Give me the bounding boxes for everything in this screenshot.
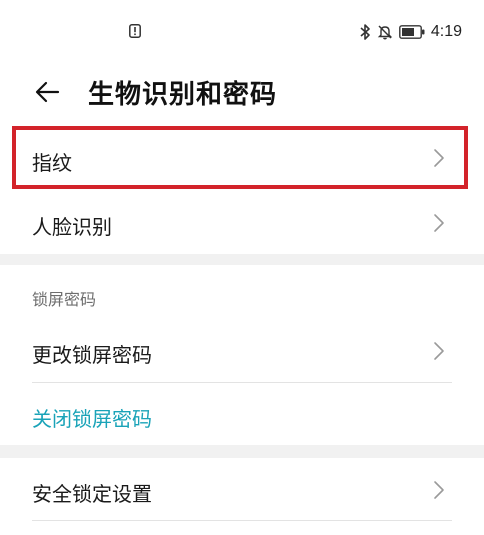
page-header: 生物识别和密码 [0, 62, 484, 124]
section-separator [0, 254, 484, 265]
change-lock-password-item[interactable]: 更改锁屏密码 [0, 318, 484, 382]
status-time: 4:19 [430, 23, 462, 40]
highlight-box [12, 126, 468, 189]
section-label-lock-screen: 锁屏密码 [32, 290, 97, 309]
close-lock-password-item[interactable]: 关闭锁屏密码 [0, 383, 484, 445]
security-lock-settings-label: 安全锁定设置 [32, 482, 152, 506]
section-separator [0, 445, 484, 458]
status-icons: 4:19 [360, 22, 462, 42]
bluetooth-icon [360, 24, 370, 40]
chevron-right-icon [434, 214, 444, 232]
close-lock-password-label: 关闭锁屏密码 [32, 407, 152, 431]
chevron-right-icon [434, 342, 444, 360]
face-recognition-label: 人脸识别 [32, 215, 112, 239]
battery-icon [398, 25, 425, 39]
mute-bell-icon [377, 25, 393, 40]
status-bar: 4:19 [0, 0, 484, 62]
page-title: 生物识别和密码 [88, 80, 278, 110]
alert-icon [129, 24, 141, 38]
arrow-left-icon[interactable] [34, 78, 62, 106]
change-lock-password-label: 更改锁屏密码 [32, 343, 152, 367]
divider [32, 520, 452, 521]
face-recognition-item[interactable]: 人脸识别 [0, 192, 484, 254]
chevron-right-icon [434, 481, 444, 499]
security-lock-settings-item[interactable]: 安全锁定设置 [0, 458, 484, 520]
